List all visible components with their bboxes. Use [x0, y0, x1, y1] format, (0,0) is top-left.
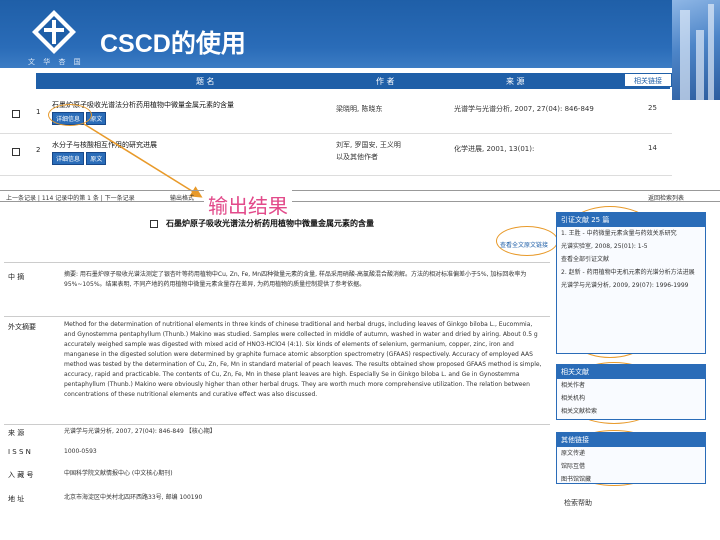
divider [4, 424, 550, 425]
cited-item-source: 光谱学与光谱分析, 2009, 29(07): 1996-1999 [561, 282, 689, 289]
journal-label: 来 源 [8, 429, 25, 437]
cited-more-link[interactable]: 查看全部引证文献 [557, 253, 705, 266]
cited-panel: 引证文献 25 篇 1. 王胜 - 中药微量元素含量与药效关系研究 光谱实验室,… [556, 212, 706, 354]
output-format-link[interactable]: 输出格式 [170, 193, 194, 202]
cited-item[interactable]: 1. 王胜 - 中药微量元素含量与药效关系研究 [557, 227, 705, 240]
related-link[interactable]: 相关文献检索 [557, 405, 705, 418]
record-navbar: 上一条记录 | 114 记录中的第 1 条 | 下一条记录 输出格式 返回检索列… [0, 190, 720, 202]
inst-value: 中国科学院文献情报中心 (中文核心期刊) [64, 470, 173, 477]
callout-output-result: 输出结果 [204, 190, 292, 219]
issn-value: 1000-0593 [64, 448, 97, 455]
issn-label: I S S N [8, 448, 31, 456]
record-pager[interactable]: 上一条记录 | 114 记录中的第 1 条 | 下一条记录 [6, 193, 135, 202]
divider [4, 262, 550, 263]
related-header: 相关文献 [557, 365, 705, 379]
related-panel: 相关文献 相关作者 相关机构 相关文献检索 [556, 364, 706, 420]
addr-label: 地 址 [8, 495, 25, 503]
journal-value[interactable]: 光谱学与光谱分析, 2007, 27(04): 846-849 【核心期】 [64, 427, 544, 437]
other-link[interactable]: 图书馆馆藏 [557, 473, 705, 486]
cited-header: 引证文献 25 篇 [557, 213, 705, 227]
fulltext-link-button[interactable]: 查看全文原文链接 [500, 240, 548, 249]
cited-item[interactable]: 2. 赵新 - 药用植物中无机元素的光谱分析方法进展 [557, 266, 705, 279]
addr-value: 北京市海淀区中关村北四环西路33号, 邮编 100190 [64, 494, 203, 501]
back-to-list-link[interactable]: 返回检索列表 [648, 193, 684, 202]
other-links-panel: 其他链接 原文传递 馆际互借 图书馆馆藏 [556, 432, 706, 484]
detail-checkbox[interactable] [150, 220, 158, 228]
cited-item-source: 光谱实验室, 2008, 25(01): 1-5 [561, 243, 648, 250]
help-link[interactable]: 检索帮助 [564, 498, 592, 508]
related-link[interactable]: 相关机构 [557, 392, 705, 405]
links-header: 其他链接 [557, 433, 705, 447]
inst-label: 入 藏 号 [8, 471, 34, 479]
abstract-en-label: 外文摘要 [8, 323, 36, 331]
abstract-cn: 摘要: 用石墨炉原子吸收光谱法测定了银杏叶等药用植物中Cu, Zn, Fe, M… [64, 271, 527, 288]
other-link[interactable]: 馆际互借 [557, 460, 705, 473]
divider [4, 316, 550, 317]
other-link[interactable]: 原文传递 [557, 447, 705, 460]
related-link[interactable]: 相关作者 [557, 379, 705, 392]
abstract-en: Method for the determination of nutritio… [64, 321, 542, 398]
detail-title: 石墨炉原子吸收光谱法分析药用植物中微量金属元素的含量 [166, 219, 374, 228]
abstract-label: 中 摘 [8, 273, 25, 281]
